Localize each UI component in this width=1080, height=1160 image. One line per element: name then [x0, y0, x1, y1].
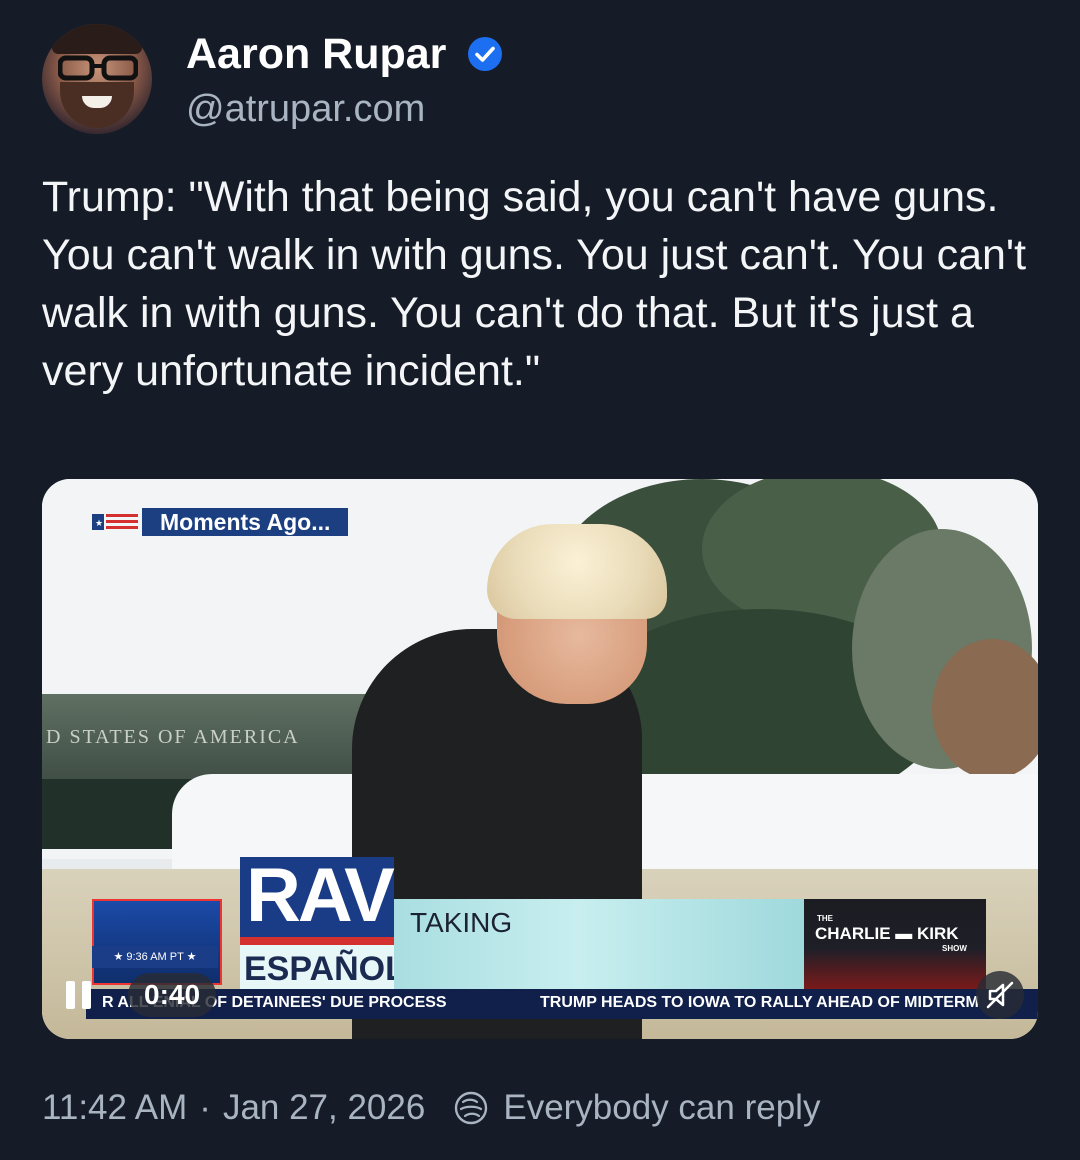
pause-icon[interactable]	[60, 973, 100, 1017]
reply-setting-icon	[455, 1091, 488, 1125]
headline-text: TAKING	[410, 907, 513, 938]
post-text: Trump: "With that being said, you can't …	[42, 173, 1027, 395]
post-time[interactable]: 11:42 AM	[42, 1088, 187, 1128]
network-sub: ESPAÑOL	[244, 950, 406, 988]
mute-button[interactable]	[976, 971, 1024, 1019]
flag-icon: ★	[92, 514, 138, 530]
news-ticker-item: TRUMP HEADS TO IOWA TO RALLY AHEAD OF MI…	[540, 994, 979, 1011]
show-logo-the: THE	[817, 914, 833, 923]
post-date[interactable]: Jan 27, 2026	[223, 1088, 425, 1128]
author-handle[interactable]: @atrupar.com	[186, 88, 425, 131]
avatar-hair	[52, 24, 142, 54]
footer-separator: ·	[199, 1088, 211, 1127]
show-logo-sub: SHOW	[942, 944, 967, 953]
video-clock: ★ 9:36 AM PT ★	[92, 946, 218, 968]
video-bug-label: Moments Ago...	[142, 508, 349, 536]
svg-text:★: ★	[95, 519, 103, 529]
author-name[interactable]: Aaron Rupar	[186, 30, 446, 79]
video-bug: ★ Moments Ago...	[92, 508, 349, 536]
verified-badge-icon	[468, 37, 502, 71]
video-player[interactable]: D STATES OF AMERICA ★ Moments Ago... ★ 9…	[42, 479, 1038, 1039]
show-logo-name: CHARLIE ▬ KIRK	[815, 924, 959, 943]
video-person-hair	[487, 524, 667, 619]
reply-setting[interactable]: Everybody can reply	[503, 1088, 820, 1128]
post-footer: 11:42 AM · Jan 27, 2026 Everybody can re…	[42, 1088, 820, 1128]
avatar-glasses	[58, 55, 138, 81]
network-logo-bar	[240, 937, 394, 945]
muted-speaker-icon	[986, 981, 1014, 1009]
video-helicopter-text: D STATES OF AMERICA	[46, 726, 300, 748]
video-timecode: 0:40	[128, 973, 217, 1017]
network-logo: RAV	[246, 853, 395, 938]
author-avatar[interactable]	[42, 24, 152, 134]
